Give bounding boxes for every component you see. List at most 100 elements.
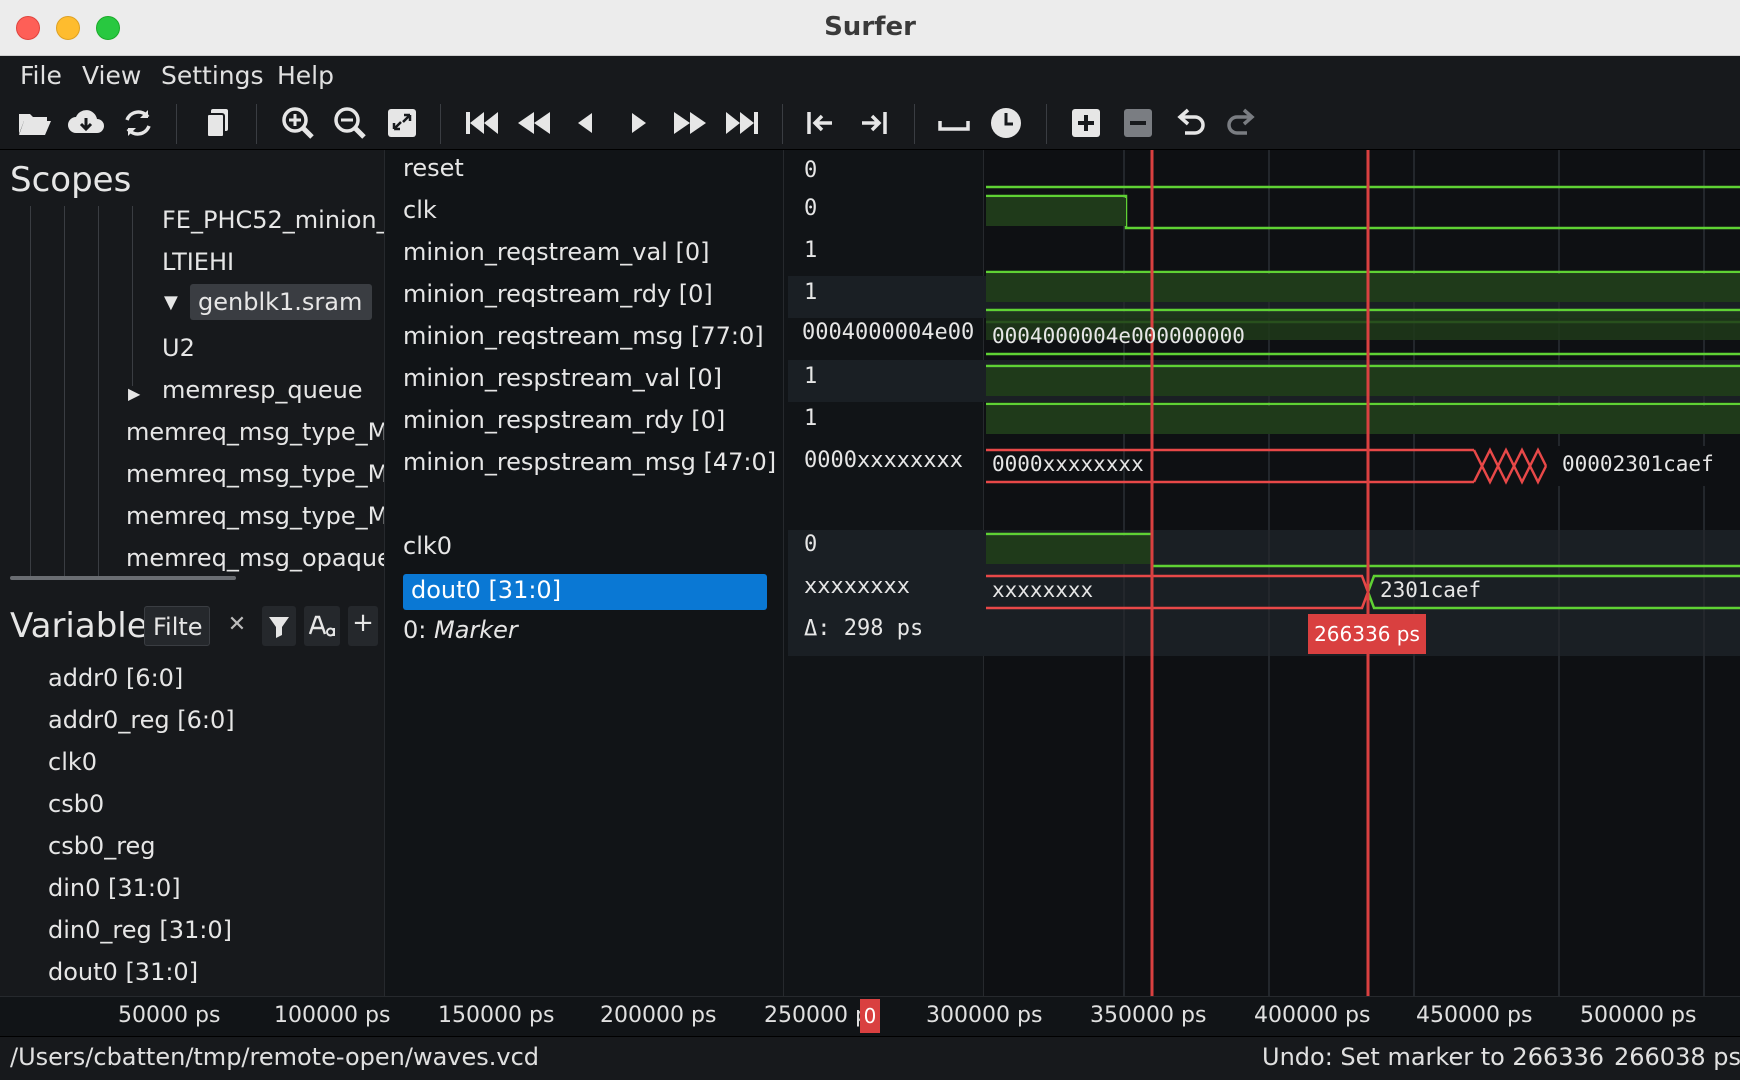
page-forward-icon[interactable] xyxy=(668,101,712,145)
scope-item-selected[interactable]: genblk1.sram xyxy=(190,284,372,320)
variable-item[interactable]: dout0 [31:0] xyxy=(48,958,198,986)
signal-value: 0 xyxy=(804,532,818,557)
expand-toggle-icon[interactable]: ▶ xyxy=(128,384,140,403)
signal-name[interactable]: minion_reqstream_msg [77:0] xyxy=(403,322,764,350)
surfer-window: Surfer File View Settings Help Scopes FE… xyxy=(0,0,1740,1080)
marker-time-label[interactable]: 266336 ps xyxy=(1308,614,1426,654)
menu-settings[interactable]: Settings xyxy=(161,61,264,90)
signal-value: 1 xyxy=(804,406,818,431)
signal-value: 1 xyxy=(804,364,818,389)
go-to-end-icon[interactable] xyxy=(720,101,764,145)
add-icon[interactable] xyxy=(1064,101,1108,145)
scope-item[interactable]: U2 xyxy=(162,334,195,362)
timeline-axis[interactable]: 50000 ps 100000 ps 150000 ps 200000 ps 2… xyxy=(0,996,1740,1036)
signal-name[interactable]: minion_respstream_rdy [0] xyxy=(403,406,725,434)
variables-panel: Variables Filte ✕ + addr0 [6:0] addr0_re… xyxy=(0,594,384,996)
tick-label: 150000 ps xyxy=(438,1003,555,1028)
signal-names-panel: reset clk minion_reqstream_val [0] minio… xyxy=(384,150,784,996)
clock-icon[interactable] xyxy=(984,101,1028,145)
signal-value: 0004000004e00 xyxy=(802,320,975,345)
reload-icon[interactable] xyxy=(116,101,160,145)
signal-value: 1 xyxy=(804,280,818,305)
open-folder-icon[interactable] xyxy=(12,101,56,145)
signal-name[interactable]: minion_respstream_msg [47:0] xyxy=(403,448,776,476)
copy-icon[interactable] xyxy=(196,101,240,145)
marker-name: Marker xyxy=(433,616,518,644)
tick-label: 100000 ps xyxy=(274,1003,391,1028)
undo-icon[interactable] xyxy=(1168,101,1212,145)
scope-item[interactable]: memresp_queue xyxy=(162,376,363,404)
redo-icon[interactable] xyxy=(1220,101,1264,145)
waveform-canvas[interactable]: 0004000004e000000000 0000xxxxxxxx 000023… xyxy=(984,150,1740,996)
step-back-icon[interactable] xyxy=(564,101,608,145)
window-title: Surfer xyxy=(824,12,916,42)
scope-item[interactable]: memreq_msg_opaque_ xyxy=(126,544,384,572)
variable-item[interactable]: din0_reg [31:0] xyxy=(48,916,232,944)
signal-name: dout0 [31:0] xyxy=(411,576,562,604)
menu-view[interactable]: View xyxy=(82,61,141,90)
status-bar: /Users/cbatten/tmp/remote-open/waves.vcd… xyxy=(0,1036,1740,1080)
signal-name[interactable]: minion_respstream_val [0] xyxy=(403,364,722,392)
cursor-time: 266038 ps xyxy=(1614,1043,1740,1071)
clear-filter-icon[interactable]: ✕ xyxy=(222,608,252,644)
wave-value-label: 0000xxxxxxxx xyxy=(992,452,1144,476)
variable-item[interactable]: clk0 xyxy=(48,748,97,776)
variable-item[interactable]: din0 [31:0] xyxy=(48,874,181,902)
collapse-toggle-icon[interactable]: ▼ xyxy=(164,292,178,313)
play-icon[interactable] xyxy=(616,101,660,145)
marker-index: 0: xyxy=(403,616,434,644)
page-back-icon[interactable] xyxy=(512,101,556,145)
filter-icon[interactable] xyxy=(262,606,296,646)
menu-help[interactable]: Help xyxy=(277,61,334,90)
undo-status: Undo: Set marker to 266336 xyxy=(1262,1043,1605,1071)
time-range-icon[interactable] xyxy=(932,101,976,145)
go-to-start-icon[interactable] xyxy=(460,101,504,145)
variable-item[interactable]: csb0 xyxy=(48,790,104,818)
wave-value-label: 00002301caef xyxy=(1562,452,1714,476)
remove-icon[interactable] xyxy=(1116,101,1160,145)
signal-value: 1 xyxy=(804,238,818,263)
tick-label: 500000 ps xyxy=(1580,1003,1697,1028)
scope-item[interactable]: memreq_msg_type_M1 xyxy=(126,460,384,488)
scope-item[interactable]: memreq_msg_type_M1 xyxy=(126,502,384,530)
scope-item[interactable]: memreq_msg_type_M1 xyxy=(126,418,384,446)
signal-name[interactable]: clk xyxy=(403,196,437,224)
previous-transition-icon[interactable] xyxy=(798,101,842,145)
add-variable-icon[interactable]: + xyxy=(348,606,378,646)
variable-filter-input[interactable]: Filte xyxy=(144,606,210,646)
variable-item[interactable]: csb0_reg xyxy=(48,832,156,860)
scopes-title: Scopes xyxy=(10,160,132,200)
zoom-fit-icon[interactable] xyxy=(380,101,424,145)
next-transition-icon[interactable] xyxy=(852,101,896,145)
signal-name[interactable]: clk0 xyxy=(403,532,452,560)
signal-value: xxxxxxxx xyxy=(804,574,910,599)
wave-value-label: xxxxxxxx xyxy=(992,578,1094,602)
menu-file[interactable]: File xyxy=(20,61,62,90)
tick-label: 50000 ps xyxy=(118,1003,221,1028)
tick-label: 350000 ps xyxy=(1090,1003,1207,1028)
cursor-badge[interactable]: 0 xyxy=(860,999,880,1033)
tick-label: 200000 ps xyxy=(600,1003,717,1028)
zoom-in-icon[interactable] xyxy=(276,101,320,145)
download-icon[interactable] xyxy=(64,101,108,145)
signal-values-panel: 0 0 1 1 0004000004e00 1 1 0000xxxxxxxx 0… xyxy=(784,150,984,996)
variable-item[interactable]: addr0 [6:0] xyxy=(48,664,183,692)
zoom-out-icon[interactable] xyxy=(328,101,372,145)
tick-label: 250000 p xyxy=(764,1003,869,1028)
case-sensitive-icon[interactable] xyxy=(304,606,340,646)
signal-value: 0000xxxxxxxx xyxy=(804,448,963,473)
signal-value: 0 xyxy=(804,196,818,221)
scope-item[interactable]: FE_PHC52_minion_r xyxy=(162,206,384,234)
selected-signal-row[interactable]: dout0 [31:0] xyxy=(403,574,767,610)
marker-row[interactable]: 0: Marker xyxy=(403,616,518,644)
toolbar xyxy=(0,96,1740,150)
scope-item[interactable]: LTIEHI xyxy=(162,248,234,276)
variables-title: Variables xyxy=(10,606,150,646)
tick-label: 450000 ps xyxy=(1416,1003,1533,1028)
signal-name[interactable]: minion_reqstream_rdy [0] xyxy=(403,280,713,308)
scopes-horizontal-scrollbar[interactable] xyxy=(10,576,236,580)
signal-name[interactable]: minion_reqstream_val [0] xyxy=(403,238,709,266)
variable-item[interactable]: addr0_reg [6:0] xyxy=(48,706,235,734)
signal-name[interactable]: reset xyxy=(403,154,464,182)
title-bar: Surfer xyxy=(0,0,1740,56)
